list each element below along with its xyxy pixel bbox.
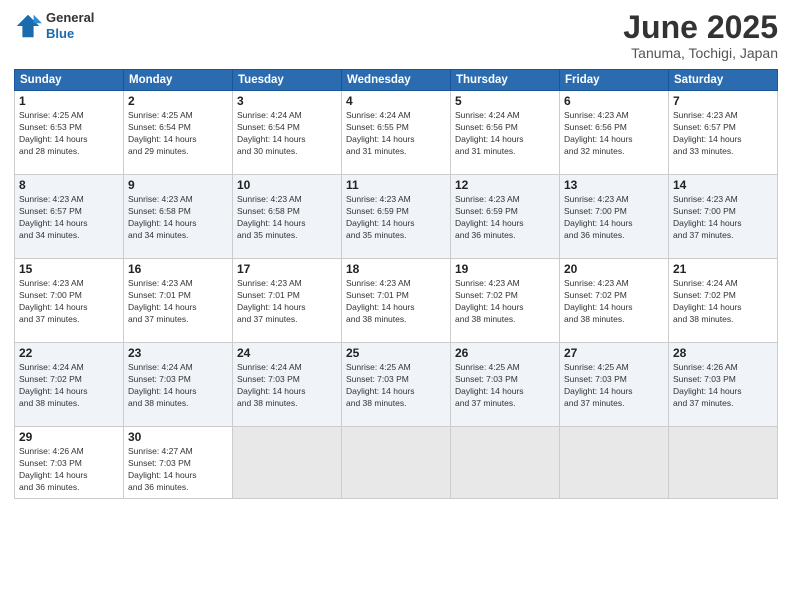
logo-text: General Blue [46, 10, 94, 41]
location: Tanuma, Tochigi, Japan [623, 45, 778, 61]
logo: General Blue [14, 10, 94, 41]
day-17: 17 Sunrise: 4:23 AM Sunset: 7:01 PM Dayl… [233, 259, 342, 343]
header-saturday: Saturday [669, 70, 778, 91]
day-23: 23 Sunrise: 4:24 AM Sunset: 7:03 PM Dayl… [124, 343, 233, 427]
day-7: 7 Sunrise: 4:23 AM Sunset: 6:57 PM Dayli… [669, 91, 778, 175]
day-19: 19 Sunrise: 4:23 AM Sunset: 7:02 PM Dayl… [451, 259, 560, 343]
day-15: 15 Sunrise: 4:23 AM Sunset: 7:00 PM Dayl… [15, 259, 124, 343]
logo-icon [14, 12, 42, 40]
week-row-2: 8 Sunrise: 4:23 AM Sunset: 6:57 PM Dayli… [15, 175, 778, 259]
day-11: 11 Sunrise: 4:23 AM Sunset: 6:59 PM Dayl… [342, 175, 451, 259]
header-thursday: Thursday [451, 70, 560, 91]
day-20: 20 Sunrise: 4:23 AM Sunset: 7:02 PM Dayl… [560, 259, 669, 343]
day-12: 12 Sunrise: 4:23 AM Sunset: 6:59 PM Dayl… [451, 175, 560, 259]
week-row-1: 1 Sunrise: 4:25 AM Sunset: 6:53 PM Dayli… [15, 91, 778, 175]
week-row-5: 29 Sunrise: 4:26 AM Sunset: 7:03 PM Dayl… [15, 427, 778, 499]
calendar-table: Sunday Monday Tuesday Wednesday Thursday… [14, 69, 778, 499]
header-sunday: Sunday [15, 70, 124, 91]
title-area: June 2025 Tanuma, Tochigi, Japan [623, 10, 778, 61]
empty-cell-4 [560, 427, 669, 499]
month-title: June 2025 [623, 10, 778, 45]
day-26: 26 Sunrise: 4:25 AM Sunset: 7:03 PM Dayl… [451, 343, 560, 427]
day-14: 14 Sunrise: 4:23 AM Sunset: 7:00 PM Dayl… [669, 175, 778, 259]
day-5: 5 Sunrise: 4:24 AM Sunset: 6:56 PM Dayli… [451, 91, 560, 175]
day-2: 2 Sunrise: 4:25 AM Sunset: 6:54 PM Dayli… [124, 91, 233, 175]
day-24: 24 Sunrise: 4:24 AM Sunset: 7:03 PM Dayl… [233, 343, 342, 427]
day-27: 27 Sunrise: 4:25 AM Sunset: 7:03 PM Dayl… [560, 343, 669, 427]
header-tuesday: Tuesday [233, 70, 342, 91]
day-1: 1 Sunrise: 4:25 AM Sunset: 6:53 PM Dayli… [15, 91, 124, 175]
week-row-3: 15 Sunrise: 4:23 AM Sunset: 7:00 PM Dayl… [15, 259, 778, 343]
day-16: 16 Sunrise: 4:23 AM Sunset: 7:01 PM Dayl… [124, 259, 233, 343]
day-29: 29 Sunrise: 4:26 AM Sunset: 7:03 PM Dayl… [15, 427, 124, 499]
day-21: 21 Sunrise: 4:24 AM Sunset: 7:02 PM Dayl… [669, 259, 778, 343]
header-friday: Friday [560, 70, 669, 91]
empty-cell-1 [233, 427, 342, 499]
day-22: 22 Sunrise: 4:24 AM Sunset: 7:02 PM Dayl… [15, 343, 124, 427]
day-8: 8 Sunrise: 4:23 AM Sunset: 6:57 PM Dayli… [15, 175, 124, 259]
header-monday: Monday [124, 70, 233, 91]
day-10: 10 Sunrise: 4:23 AM Sunset: 6:58 PM Dayl… [233, 175, 342, 259]
logo-general: General [46, 10, 94, 26]
day-28: 28 Sunrise: 4:26 AM Sunset: 7:03 PM Dayl… [669, 343, 778, 427]
calendar-header-row: Sunday Monday Tuesday Wednesday Thursday… [15, 70, 778, 91]
logo-blue: Blue [46, 26, 94, 42]
day-6: 6 Sunrise: 4:23 AM Sunset: 6:56 PM Dayli… [560, 91, 669, 175]
day-18: 18 Sunrise: 4:23 AM Sunset: 7:01 PM Dayl… [342, 259, 451, 343]
page-header: General Blue June 2025 Tanuma, Tochigi, … [14, 10, 778, 61]
empty-cell-3 [451, 427, 560, 499]
empty-cell-5 [669, 427, 778, 499]
day-30: 30 Sunrise: 4:27 AM Sunset: 7:03 PM Dayl… [124, 427, 233, 499]
week-row-4: 22 Sunrise: 4:24 AM Sunset: 7:02 PM Dayl… [15, 343, 778, 427]
day-13: 13 Sunrise: 4:23 AM Sunset: 7:00 PM Dayl… [560, 175, 669, 259]
day-9: 9 Sunrise: 4:23 AM Sunset: 6:58 PM Dayli… [124, 175, 233, 259]
empty-cell-2 [342, 427, 451, 499]
day-4: 4 Sunrise: 4:24 AM Sunset: 6:55 PM Dayli… [342, 91, 451, 175]
day-25: 25 Sunrise: 4:25 AM Sunset: 7:03 PM Dayl… [342, 343, 451, 427]
header-wednesday: Wednesday [342, 70, 451, 91]
day-3: 3 Sunrise: 4:24 AM Sunset: 6:54 PM Dayli… [233, 91, 342, 175]
calendar-page: General Blue June 2025 Tanuma, Tochigi, … [0, 0, 792, 612]
